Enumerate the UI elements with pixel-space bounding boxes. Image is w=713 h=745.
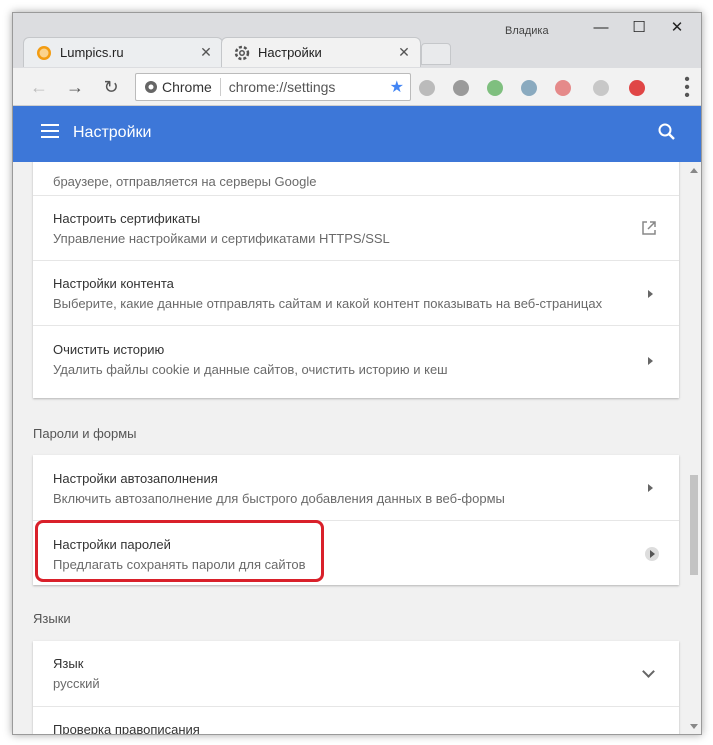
reload-icon[interactable]: ↻ <box>99 75 123 99</box>
extension-icon[interactable] <box>555 80 571 96</box>
new-tab-button[interactable] <box>421 43 451 65</box>
extension-icon[interactable] <box>593 80 609 96</box>
row-subtitle: Управление настройками и сертификатами H… <box>53 231 390 246</box>
row-title: Очистить историю <box>53 342 165 357</box>
row-subtitle: Включить автозаполнение для быстрого доб… <box>53 491 505 506</box>
scroll-down-icon[interactable] <box>690 724 698 729</box>
address-bar[interactable]: Chrome chrome://settings ★ <box>135 73 411 101</box>
tab-label: Lumpics.ru <box>60 45 124 60</box>
row-subtitle: браузере, отправляется на серверы Google <box>53 174 317 189</box>
language-row[interactable]: Язык русский <box>33 641 679 706</box>
search-icon[interactable] <box>657 122 677 142</box>
row-title: Проверка правописания <box>53 722 200 735</box>
page-title: Настройки <box>73 124 152 141</box>
chevron-down-icon <box>642 665 655 678</box>
close-tab-icon[interactable]: ✕ <box>394 44 414 61</box>
chrome-icon <box>144 80 158 94</box>
clear-history-row[interactable]: Очистить историю Удалить файлы cookie и … <box>33 325 679 398</box>
site-chip: Chrome <box>162 79 212 95</box>
tab-settings[interactable]: Настройки ✕ <box>221 37 421 67</box>
tab-label: Настройки <box>258 45 322 60</box>
chevron-right-icon <box>648 357 653 365</box>
section-heading: Пароли и формы <box>33 426 137 441</box>
extension-icon[interactable] <box>419 80 435 96</box>
row-subtitle: Удалить файлы cookie и данные сайтов, оч… <box>53 362 448 377</box>
languages-card: Язык русский Проверка правописания <box>33 641 679 735</box>
extension-icon[interactable] <box>521 80 537 96</box>
settings-header: Настройки <box>13 106 701 162</box>
settings-content: браузере, отправляется на серверы Google… <box>13 162 701 735</box>
extension-icon[interactable] <box>487 80 503 96</box>
row-title: Настроить сертификаты <box>53 211 201 226</box>
spellcheck-row[interactable]: Проверка правописания <box>33 706 679 735</box>
highlight-frame <box>35 520 324 582</box>
certificates-row[interactable]: Настроить сертификаты Управление настрой… <box>33 195 679 260</box>
url-text[interactable]: chrome://settings <box>229 79 390 95</box>
row-title: Настройки контента <box>53 276 174 291</box>
maximize-button[interactable]: ☐ <box>621 17 657 39</box>
list-item[interactable]: браузере, отправляется на серверы Google <box>33 162 679 195</box>
orange-favicon-icon <box>36 45 52 61</box>
external-link-icon[interactable] <box>641 220 657 236</box>
content-settings-row[interactable]: Настройки контента Выберите, какие данны… <box>33 260 679 325</box>
hamburger-menu-icon[interactable] <box>41 124 59 138</box>
browser-window: Владика — ☐ ✕ Lumpics.ru ✕ Настройки ✕ ←… <box>12 12 702 735</box>
tab-lumpics[interactable]: Lumpics.ru ✕ <box>23 37 223 67</box>
back-arrow-icon[interactable]: ← <box>27 75 51 99</box>
scrollbar-thumb[interactable] <box>690 475 698 575</box>
chevron-right-icon <box>645 547 659 561</box>
bookmark-star-icon[interactable]: ★ <box>390 77 404 97</box>
row-subtitle: Выберите, какие данные отправлять сайтам… <box>53 296 603 311</box>
minimize-button[interactable]: — <box>583 17 619 39</box>
section-heading: Языки <box>33 611 71 626</box>
scroll-up-icon[interactable] <box>690 168 698 173</box>
row-title: Настройки автозаполнения <box>53 471 218 486</box>
row-subtitle: русский <box>53 676 100 691</box>
extension-icon[interactable] <box>453 80 469 96</box>
chevron-right-icon <box>648 290 653 298</box>
divider <box>219 78 221 96</box>
chevron-right-icon <box>648 484 653 492</box>
menu-dots-icon[interactable]: • • • <box>683 72 691 104</box>
toolbar: ← → ↻ Chrome chrome://settings ★ • • • <box>13 68 701 106</box>
forward-arrow-icon[interactable]: → <box>63 75 87 99</box>
gear-icon <box>234 45 250 61</box>
autofill-row[interactable]: Настройки автозаполнения Включить автоза… <box>33 455 679 520</box>
row-title: Язык <box>53 656 84 671</box>
scrollbar[interactable] <box>689 162 699 734</box>
close-window-button[interactable]: ✕ <box>659 17 695 39</box>
profile-name[interactable]: Владика <box>505 25 549 37</box>
close-tab-icon[interactable]: ✕ <box>196 44 216 61</box>
title-bar: Владика — ☐ ✕ Lumpics.ru ✕ Настройки ✕ <box>13 13 701 68</box>
chevron-down-icon <box>642 731 655 734</box>
advanced-card: браузере, отправляется на серверы Google… <box>33 162 679 398</box>
extension-icon[interactable] <box>629 80 645 96</box>
